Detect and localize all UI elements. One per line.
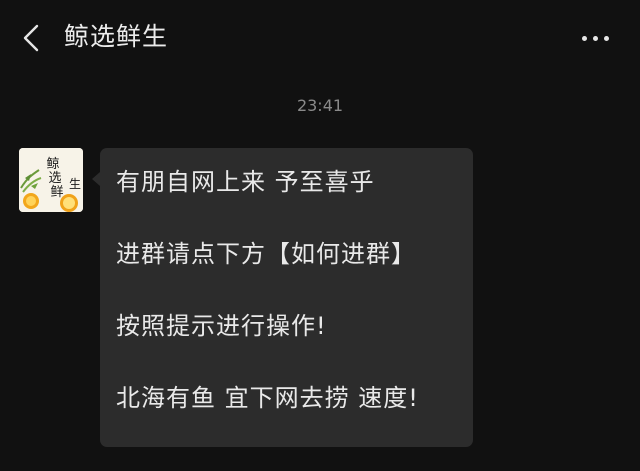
message-line: 按照提示进行操作! bbox=[116, 312, 327, 340]
svg-text:鲜: 鲜 bbox=[50, 185, 63, 200]
svg-text:选: 选 bbox=[48, 171, 61, 186]
message-line-gap bbox=[116, 200, 457, 236]
avatar[interactable]: 鲸 选 鲜 生 bbox=[19, 148, 83, 212]
more-dots-icon bbox=[582, 36, 587, 41]
message-timestamp: 23:41 bbox=[296, 96, 344, 115]
message-line: 有朋自网上来 予至喜乎 bbox=[116, 168, 375, 196]
back-button[interactable] bbox=[14, 18, 50, 58]
message-line-gap bbox=[116, 344, 457, 380]
svg-text:生: 生 bbox=[69, 177, 81, 191]
more-dots-icon-dot bbox=[604, 36, 609, 41]
more-dots-icon-dot bbox=[593, 36, 598, 41]
brand-logo-avatar: 鲸 选 鲜 生 bbox=[19, 148, 83, 212]
message-bubble[interactable]: 有朋自网上来 予至喜乎 进群请点下方【如何进群】 按照提示进行操作! 北海有鱼 … bbox=[92, 148, 473, 447]
chat-title: 鲸选鲜生 bbox=[64, 22, 169, 51]
more-button[interactable] bbox=[574, 22, 618, 54]
message-line: 进群请点下方【如何进群】 bbox=[116, 240, 416, 268]
message-line-gap bbox=[116, 272, 457, 308]
top-bar: 鲸选鲜生 bbox=[0, 0, 640, 76]
svg-text:鲸: 鲸 bbox=[46, 157, 59, 172]
chevron-left-icon bbox=[23, 24, 39, 52]
message-line: 北海有鱼 宜下网去捞 速度! bbox=[116, 384, 419, 412]
bubble-tail bbox=[92, 172, 100, 186]
